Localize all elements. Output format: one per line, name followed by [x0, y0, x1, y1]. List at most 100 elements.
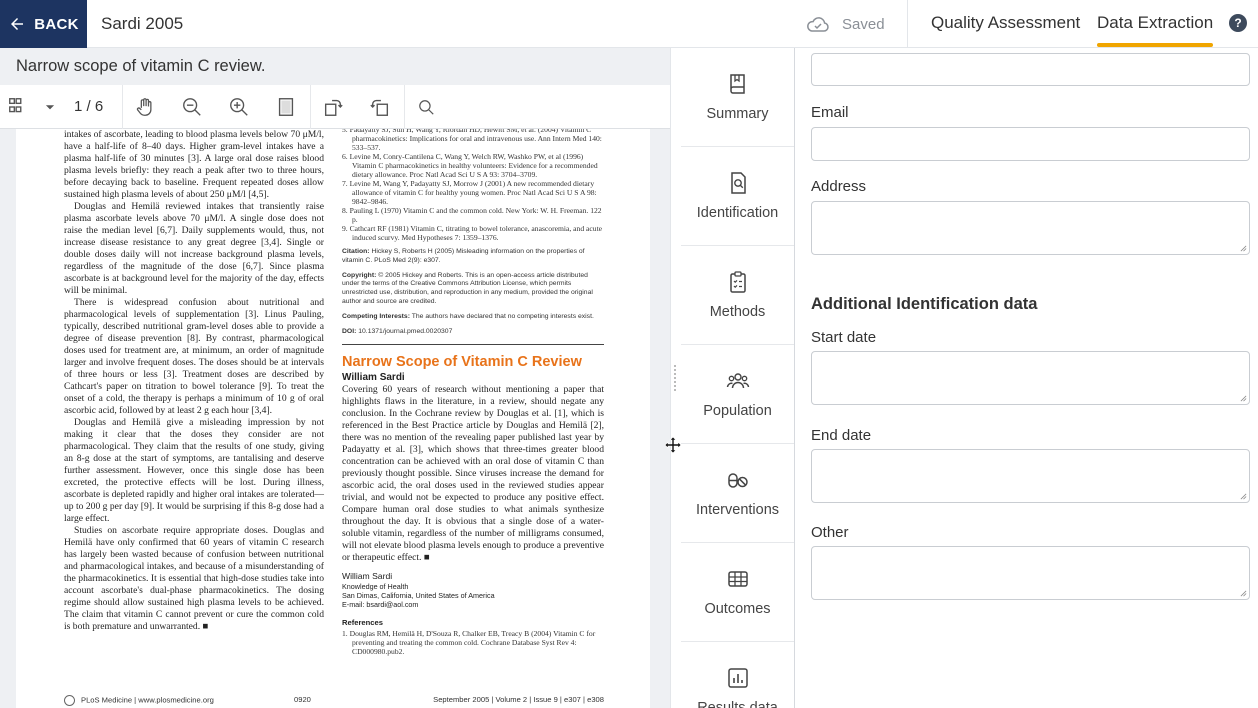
resize-handle-icon[interactable] [1240, 493, 1247, 500]
citation-text: Hickey S, Roberts H (2005) Misleading in… [342, 248, 585, 264]
doi-label: DOI: [342, 327, 357, 335]
finding-title: Narrow scope of vitamin C review. [0, 48, 670, 85]
article-title: Narrow Scope of Vitamin C Review [342, 354, 582, 371]
splitter-grip-icon[interactable] [674, 365, 678, 393]
nav-item-methods[interactable]: Methods [681, 246, 794, 345]
references-heading: References [342, 618, 383, 628]
nav-item-results-data[interactable]: Results data [681, 642, 794, 708]
address-input[interactable] [812, 202, 1249, 254]
pill-icon [727, 473, 748, 488]
other-input[interactable] [812, 547, 1249, 599]
email-input[interactable] [812, 128, 1249, 160]
start-date-input[interactable] [812, 352, 1249, 404]
pdf-viewer-panel: Narrow scope of vitamin C review. 1 / 6 [0, 48, 670, 708]
data-extraction-form: Email Address Additional Identification … [795, 48, 1258, 708]
search-button[interactable] [414, 85, 438, 129]
nav-label: Interventions [695, 502, 780, 518]
help-icon[interactable]: ? [1229, 14, 1247, 32]
reference-item: 6. Levine M, Conry-Cantilena C, Wang Y, … [342, 152, 598, 179]
cloud-check-icon [807, 17, 829, 32]
fit-page-button[interactable] [273, 85, 299, 129]
resize-handle-icon[interactable] [1240, 395, 1247, 402]
back-button[interactable]: BACK [0, 0, 87, 48]
start-date-label: Start date [811, 329, 877, 346]
search-icon [418, 99, 434, 115]
page-column-left: intakes of ascorbate, leading to blood p… [64, 129, 324, 633]
end-date-input[interactable] [812, 450, 1249, 502]
copyright-block: Copyright: © 2005 Hickey and Roberts. Th… [342, 272, 604, 307]
start-date-field[interactable] [811, 351, 1250, 405]
fit-page-icon [278, 98, 294, 116]
nav-item-outcomes[interactable]: Outcomes [681, 543, 794, 642]
previous-field-textarea[interactable] [812, 54, 1249, 85]
back-label: BACK [34, 15, 79, 33]
nav-item-population[interactable]: Population [681, 345, 794, 444]
footer-journal: PLoS Medicine | www.plosmedicine.org [64, 695, 294, 706]
nav-label: Outcomes [704, 601, 771, 617]
reference-item: 5. Padayatty SJ, Sun H, Wang Y, Riordan … [342, 129, 602, 152]
save-status: Saved [806, 0, 885, 48]
competing-block: Competing Interests: The authors have de… [342, 313, 604, 322]
address-org: Knowledge of Health [342, 582, 409, 592]
plos-logo-icon [64, 695, 75, 706]
address-label: Address [811, 178, 867, 195]
citation-block: Citation: Hickey S, Roberts H (2005) Mis… [342, 248, 604, 266]
paragraph: There is widespread confusion about nutr… [64, 297, 324, 416]
doi-text: 10.1371/journal.pmed.0020307 [356, 327, 453, 335]
divider [342, 344, 604, 346]
end-date-label: End date [811, 427, 872, 444]
rotate-ccw-icon [370, 99, 389, 116]
thumbnails-button[interactable] [6, 85, 30, 129]
resize-handle-icon[interactable] [1240, 245, 1247, 252]
address-email: E-mail: bsardi@aol.com [342, 600, 419, 610]
other-field[interactable] [811, 546, 1250, 600]
author-address: William Sardi Knowledge of Health San Di… [342, 570, 604, 609]
page-footer: PLoS Medicine | www.plosmedicine.org 092… [64, 695, 604, 706]
footer-issue: September 2005 | Volume 2 | Issue 9 | e3… [433, 695, 604, 704]
zoom-out-button[interactable] [179, 85, 205, 129]
footer-left: PLoS Medicine | www.plosmedicine.org [81, 695, 214, 705]
nav-item-summary[interactable]: Summary [681, 48, 794, 147]
resize-cursor-icon [664, 436, 682, 454]
email-label: Email [811, 104, 849, 121]
article-body: Covering 60 years of research without me… [342, 384, 604, 564]
tab-quality-assessment[interactable]: Quality Assessment [931, 0, 1080, 48]
rotate-counterclockwise-button[interactable] [367, 85, 393, 129]
citation-label: Citation: [342, 248, 370, 255]
paragraph: Studies on ascorbate require appropriate… [64, 525, 324, 632]
thumbnails-dropdown[interactable] [40, 85, 60, 129]
rotate-clockwise-button[interactable] [320, 85, 346, 129]
toolbar-divider [404, 85, 405, 129]
nav-item-interventions[interactable]: Interventions [681, 444, 794, 543]
previous-field-input[interactable] [811, 53, 1250, 86]
zoom-in-button[interactable] [226, 85, 252, 129]
nav-label: Identification [696, 205, 779, 221]
article-author: William Sardi [342, 372, 405, 384]
arrow-left-icon [11, 18, 24, 30]
pan-tool-button[interactable] [132, 85, 158, 129]
reference-list: 5. Padayatty SJ, Sun H, Wang Y, Riordan … [342, 129, 604, 242]
top-bar: BACK Sardi 2005 Saved Quality Assessment… [0, 0, 1258, 48]
email-field[interactable] [811, 127, 1250, 161]
paragraph: Douglas and Hemilä give a misleading imp… [64, 417, 324, 524]
address-field[interactable] [811, 201, 1250, 255]
doi-block: DOI: 10.1371/journal.pmed.0020307 [342, 328, 604, 337]
tab-data-extraction[interactable]: Data Extraction [1097, 0, 1214, 48]
divider [907, 0, 908, 48]
reference-item: 9. Cathcart RF (1981) Vitamin C, titrati… [342, 224, 603, 242]
copyright-text: © 2005 Hickey and Roberts. This is an op… [342, 271, 593, 305]
footer-page-number: 0920 [294, 695, 311, 704]
book-icon [729, 74, 745, 94]
document-search-icon [730, 172, 746, 194]
nav-label: Methods [709, 304, 766, 320]
chart-icon [727, 668, 748, 688]
grid-icon [9, 98, 22, 113]
outcomes-icon [727, 571, 748, 587]
zoom-out-icon [183, 98, 201, 116]
end-date-field[interactable] [811, 449, 1250, 503]
other-label: Other [811, 524, 849, 541]
resize-handle-icon[interactable] [1240, 590, 1247, 597]
nav-item-identification[interactable]: Identification [681, 147, 794, 246]
section-title: Additional Identification data [811, 295, 1038, 313]
people-icon [726, 373, 749, 389]
